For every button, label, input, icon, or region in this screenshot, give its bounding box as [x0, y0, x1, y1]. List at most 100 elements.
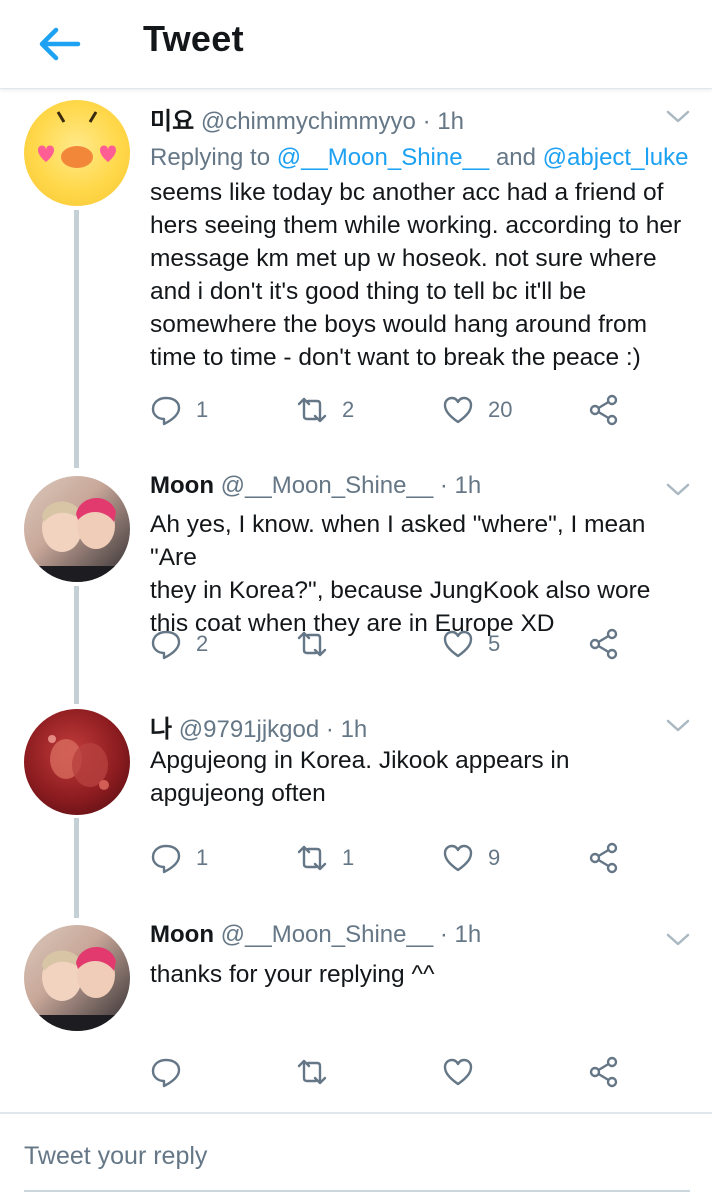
tweet-line: message km met up w hoseok. not sure whe…: [150, 245, 657, 272]
tweet-text: thanks for your replying ^^: [150, 958, 698, 991]
timestamp[interactable]: · 1h: [440, 921, 481, 948]
display-name[interactable]: 미요: [150, 108, 194, 135]
retweet-button[interactable]: [296, 627, 342, 661]
profile-photo: [48, 735, 109, 790]
retweet-icon: [297, 1059, 327, 1085]
chevron-down-icon[interactable]: [666, 110, 690, 124]
tweet-header: 나 @9791jjkgod · 1h: [150, 709, 367, 744]
mention-link[interactable]: @__Moon_Shine__: [277, 144, 490, 171]
thread-line: [74, 210, 79, 468]
tweet-line: apgujeong often: [150, 780, 326, 807]
display-name[interactable]: 나: [150, 716, 172, 743]
tweet-text: Ah yes, I know. when I asked "where", I …: [150, 508, 698, 640]
share-button[interactable]: [588, 841, 620, 875]
replying-to: Replying to @__Moon_Shine__ and @abject_…: [150, 144, 688, 172]
like-button[interactable]: 20: [442, 393, 512, 427]
reply-icon: [151, 396, 181, 426]
reply-input[interactable]: Tweet your reply: [24, 1142, 207, 1171]
mention-link[interactable]: @abject_luke: [543, 144, 689, 171]
like-icon: [443, 844, 473, 872]
username[interactable]: @9791jjkgod: [179, 716, 319, 743]
chevron-down-icon[interactable]: [666, 483, 690, 497]
avatar[interactable]: [24, 709, 130, 815]
like-icon: [443, 630, 473, 658]
tweet-header: Moon @__Moon_Shine__ · 1h: [150, 472, 481, 500]
tweet-line: and i don't it's good thing to tell bc i…: [150, 278, 587, 305]
reply-count: 1: [196, 397, 209, 422]
like-icon: [443, 1058, 473, 1086]
profile-photo: [24, 946, 130, 1031]
like-button[interactable]: 9: [442, 841, 500, 875]
tweet-actions: [150, 1055, 690, 1089]
reply-icon: [151, 1058, 181, 1088]
arrow-left-icon[interactable]: [34, 22, 84, 66]
reply-count: 1: [196, 845, 209, 870]
retweet-count: 1: [342, 845, 355, 870]
share-icon: [589, 628, 618, 660]
like-count: 20: [488, 397, 513, 422]
chevron-down-icon[interactable]: [666, 933, 690, 947]
tweet-actions: 1 1 9: [150, 841, 690, 875]
retweet-icon: [297, 845, 327, 871]
tweet-line: Apgujeong in Korea. Jikook appears in: [150, 747, 570, 774]
reply-input-underline: [24, 1190, 690, 1192]
timestamp[interactable]: · 1h: [326, 716, 367, 743]
display-name[interactable]: Moon: [150, 921, 214, 948]
username[interactable]: @chimmychimmyyo: [201, 108, 416, 135]
page-title: Tweet: [143, 18, 244, 59]
top-bar: Tweet: [0, 0, 712, 89]
share-button[interactable]: [588, 627, 620, 661]
tweet-line: time to time - don't want to break the p…: [150, 344, 641, 371]
retweet-button[interactable]: [296, 1055, 328, 1089]
tweet-line: hers seeing them while working. accordin…: [150, 212, 682, 239]
tweet-line: thanks for your replying ^^: [150, 961, 435, 988]
reply-icon: [151, 630, 181, 660]
reply-composer: Tweet your reply: [0, 1112, 712, 1202]
username[interactable]: @__Moon_Shine__: [221, 472, 434, 499]
like-button[interactable]: 5: [442, 627, 500, 661]
reply-button[interactable]: 2: [150, 627, 208, 661]
tweet-line: seems like today bc another acc had a fr…: [150, 179, 664, 206]
reply-button[interactable]: [150, 1055, 182, 1089]
reply-button[interactable]: 1: [150, 393, 208, 427]
share-icon: [589, 842, 618, 874]
avatar[interactable]: [24, 100, 130, 206]
duck-avatar-image: [38, 111, 116, 168]
chevron-down-icon[interactable]: [666, 719, 690, 733]
timestamp[interactable]: · 1h: [423, 108, 464, 135]
reply-icon: [151, 844, 181, 874]
timestamp[interactable]: · 1h: [440, 472, 481, 499]
tweet-actions: 1 2 20: [150, 393, 690, 427]
share-button[interactable]: [588, 1055, 620, 1089]
tweet-header: 미요 @chimmychimmyyo · 1h: [150, 101, 464, 136]
retweet-icon: [297, 397, 327, 423]
retweet-icon: [297, 631, 327, 657]
thread-line: [74, 818, 79, 918]
reply-count: 2: [196, 631, 209, 656]
like-button[interactable]: [442, 1055, 474, 1089]
retweet-button[interactable]: 1: [296, 841, 354, 875]
tweet-text: Apgujeong in Korea. Jikook appears in ap…: [150, 744, 698, 810]
retweet-button[interactable]: 2: [296, 393, 354, 427]
tweet-line: somewhere the boys would hang around fro…: [150, 311, 648, 338]
tweet-header: Moon @__Moon_Shine__ · 1h: [150, 921, 481, 949]
reply-button[interactable]: 1: [150, 841, 208, 875]
share-icon: [589, 1056, 618, 1088]
username[interactable]: @__Moon_Shine__: [221, 921, 434, 948]
thread-line: [74, 586, 79, 704]
display-name[interactable]: Moon: [150, 472, 214, 499]
tweet-actions: 2 5: [150, 627, 690, 661]
like-count: 5: [488, 631, 501, 656]
tweet-line: they in Korea?", because JungKook also w…: [150, 577, 651, 604]
share-button[interactable]: [588, 393, 620, 427]
replying-prefix: Replying to: [150, 144, 277, 171]
avatar[interactable]: [24, 925, 130, 1031]
avatar[interactable]: [24, 476, 130, 582]
profile-photo: [24, 497, 130, 582]
retweet-count: 2: [342, 397, 355, 422]
replying-and: and: [489, 144, 543, 171]
tweet-text: seems like today bc another acc had a fr…: [150, 176, 698, 374]
like-count: 9: [488, 845, 501, 870]
like-icon: [443, 396, 473, 424]
share-icon: [589, 394, 618, 426]
